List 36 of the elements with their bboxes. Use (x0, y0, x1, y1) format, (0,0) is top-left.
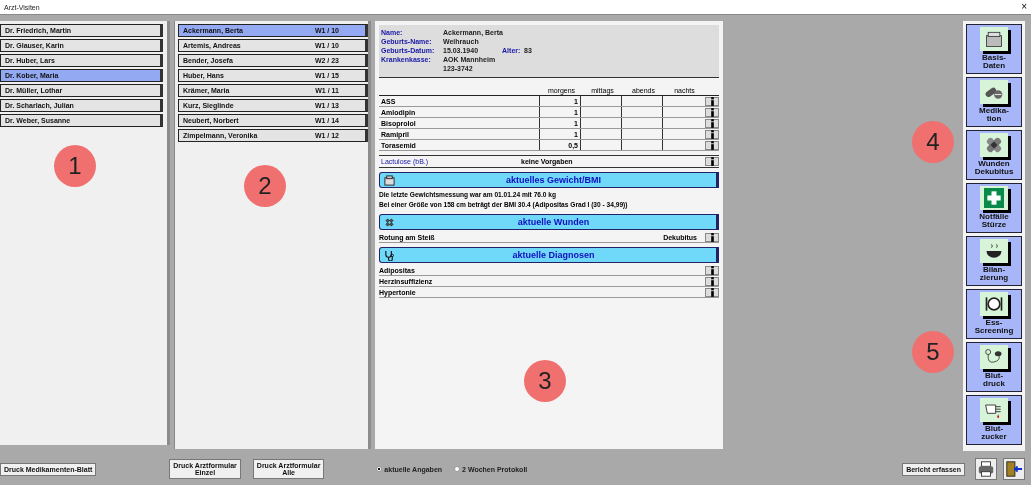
info-icon[interactable] (705, 276, 719, 286)
module-button[interactable]: Blut- zucker (966, 395, 1022, 445)
info-icon[interactable] (705, 287, 719, 297)
info-icon[interactable] (705, 265, 719, 275)
box-icon (984, 29, 1004, 49)
section-title: aktuelles Gewicht/BMI (505, 175, 602, 185)
annotation-marker: 4 (912, 121, 954, 163)
module-button[interactable]: Bilan- zierung (966, 236, 1022, 286)
info-icon[interactable] (705, 96, 719, 106)
exit-door-icon[interactable] (1003, 458, 1025, 480)
bowl-icon (984, 241, 1004, 261)
module-button[interactable]: Blut- druck (966, 342, 1022, 392)
print-icon[interactable] (975, 458, 997, 480)
first-aid-icon (984, 188, 1004, 208)
section-title: aktuelle Diagnosen (511, 250, 596, 260)
section-title: aktuelle Wunden (516, 217, 591, 227)
module-button[interactable]: Notfälle Stürze (966, 183, 1022, 233)
info-icon[interactable] (705, 118, 719, 128)
close-button[interactable]: × (1021, 2, 1027, 12)
bandage-icon (984, 135, 1004, 155)
plate-icon (984, 294, 1004, 314)
bandage-icon (384, 216, 395, 228)
radio-button[interactable] (454, 466, 461, 472)
info-icon[interactable] (705, 157, 719, 166)
module-button[interactable]: Medika- tion (966, 77, 1022, 127)
module-button[interactable]: Wunden Dekubitus (966, 130, 1022, 180)
module-button[interactable]: Ess- Screening (966, 289, 1022, 339)
radio-button[interactable] (376, 466, 383, 472)
info-icon[interactable] (705, 107, 719, 117)
info-icon[interactable] (705, 232, 719, 242)
scale-icon (384, 174, 395, 186)
info-icon[interactable] (705, 140, 719, 150)
module-button[interactable]: Basis- Daten (966, 24, 1022, 74)
stethoscope-icon (384, 249, 395, 261)
info-icon[interactable] (705, 129, 719, 139)
annotation-marker: 5 (912, 331, 954, 373)
